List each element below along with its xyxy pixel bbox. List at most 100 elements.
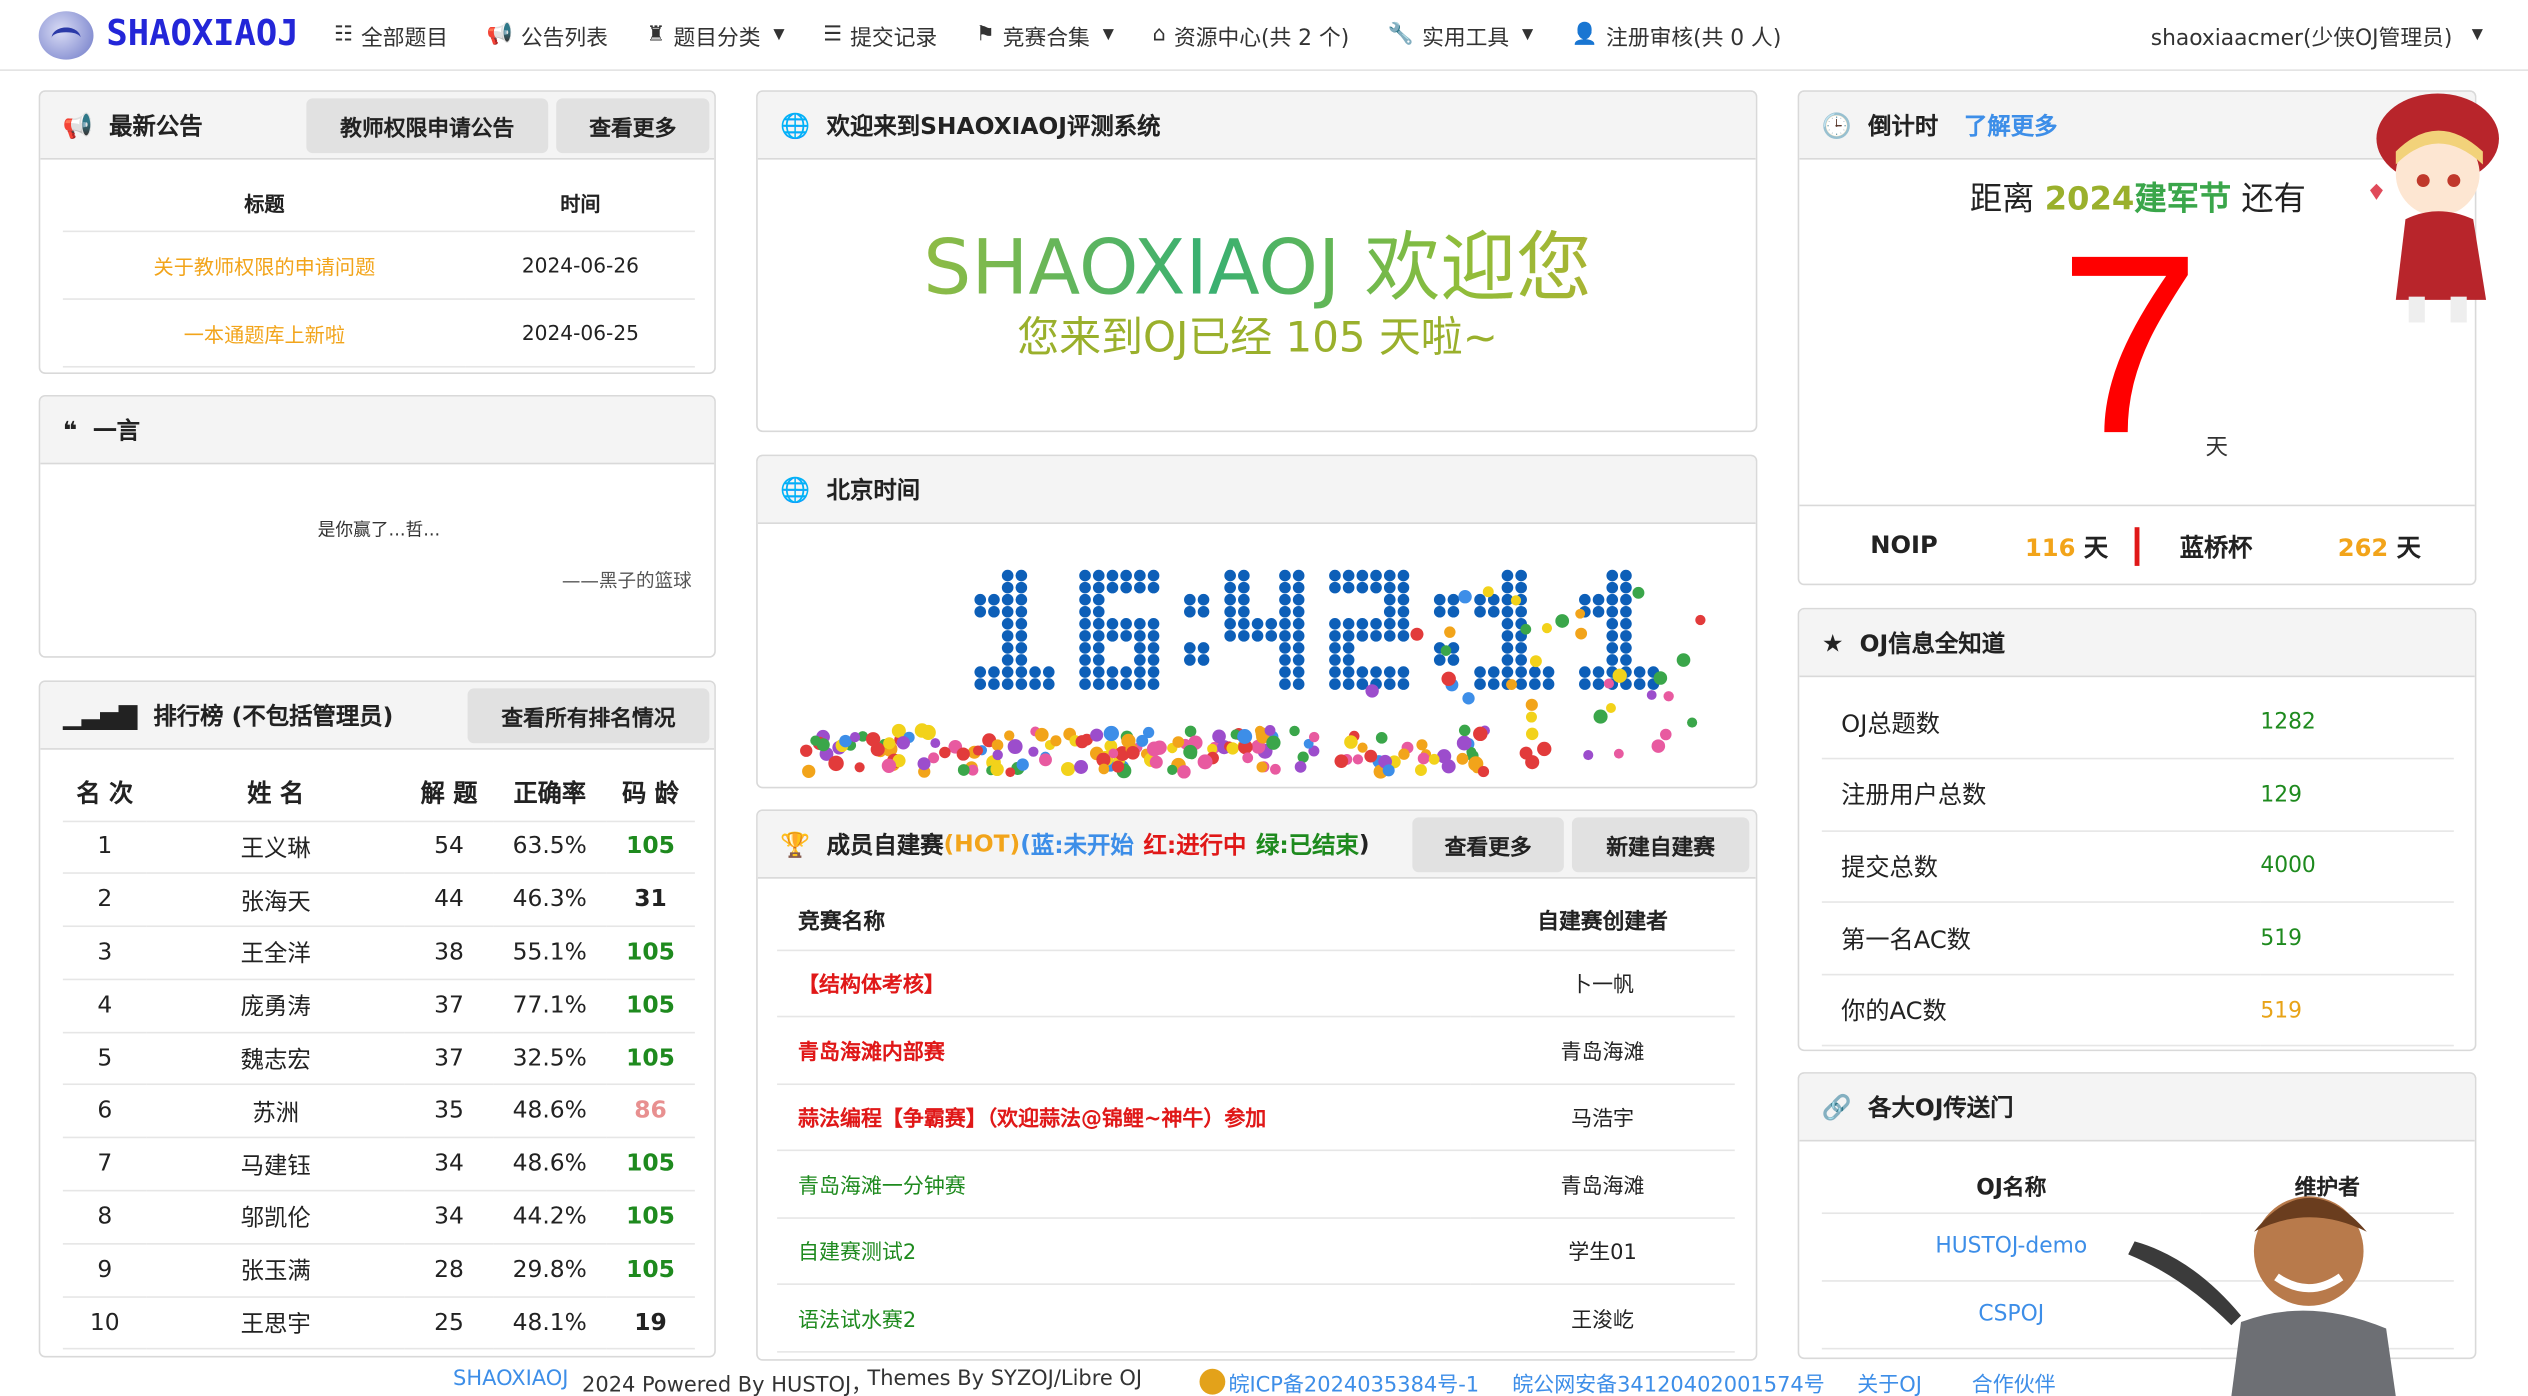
solved-count: 28 xyxy=(404,1243,494,1298)
clock-dot xyxy=(1292,605,1305,618)
clock-dot xyxy=(1329,642,1341,654)
learn-more-link[interactable]: 了解更多 xyxy=(1964,108,2058,142)
confetti-dot xyxy=(1074,760,1089,774)
clock-dot xyxy=(1633,678,1646,690)
about-link[interactable]: 关于OJ xyxy=(1857,1367,1922,1396)
confetti-dot xyxy=(865,732,881,747)
clock-dot xyxy=(1342,630,1355,642)
quote-icon: ❝ xyxy=(62,415,78,445)
view-more-button[interactable]: 查看更多 xyxy=(556,98,710,154)
clock-dot xyxy=(1001,593,1014,606)
oj-info-header: ★ OJ信息全知道 xyxy=(1799,609,2475,678)
student-name[interactable]: 王思宇 xyxy=(146,1296,405,1351)
confetti-dot xyxy=(1111,760,1125,773)
student-name[interactable]: 张海天 xyxy=(146,873,405,928)
announcement-link[interactable]: 关于教师权限的申请问题 xyxy=(62,230,466,300)
nav-announcements[interactable]: 📢 公告列表 xyxy=(487,19,608,51)
confetti-dot xyxy=(1382,764,1395,777)
bag-icon: ♜ xyxy=(646,22,666,47)
confetti-dot xyxy=(1364,749,1378,763)
user-menu[interactable]: shaoxiaacmer(少侠OJ管理员) ▼ xyxy=(2151,0,2483,71)
clock-dot xyxy=(1397,630,1410,642)
info-row: 你的AC数 519 xyxy=(1821,974,2454,1048)
card-title: 倒计时 xyxy=(1868,114,1939,141)
info-row: 提交总数 4000 xyxy=(1821,830,2454,904)
ranking-row: 6 苏洲 35 48.6% 86 xyxy=(62,1085,695,1139)
ranking-row: 10 王思宇 25 48.1% 19 xyxy=(62,1296,695,1351)
contest-link[interactable]: 蒜法编程【争霸赛】（欢迎蒜法@锦鲤~神牛）参加 xyxy=(777,1083,1471,1152)
contest-creator: 卜一帆 xyxy=(1470,949,1735,1018)
nav-submissions[interactable]: ☰ 提交记录 xyxy=(823,19,937,51)
clock-dot xyxy=(1474,678,1486,690)
code-age: 19 xyxy=(606,1296,695,1351)
legend-paren: ( xyxy=(1020,831,1031,857)
hot-badge: (HOT) xyxy=(943,831,1021,857)
contests-view-more-button[interactable]: 查看更多 xyxy=(1412,817,1564,873)
col-name: 姓 名 xyxy=(146,765,405,822)
clock-dot xyxy=(1292,642,1305,654)
contest-link[interactable]: 【结构体考核】 xyxy=(777,949,1471,1018)
confetti-dot xyxy=(1444,626,1456,638)
student-name[interactable]: 王全洋 xyxy=(146,926,405,981)
partners-link[interactable]: 合作伙伴 xyxy=(1972,1367,2056,1396)
student-name[interactable]: 魏志宏 xyxy=(146,1032,405,1086)
clock-dot xyxy=(1134,678,1146,690)
clock-dot xyxy=(1120,618,1132,630)
contest-link[interactable]: 自建赛测试2 xyxy=(777,1217,1471,1285)
logo-text: SHAOXIAOJ xyxy=(106,14,299,55)
confetti-dot xyxy=(1416,739,1428,751)
card-title: 成员自建赛 xyxy=(826,833,944,860)
nav-resources[interactable]: ⌂ 资源中心(共 2 个) xyxy=(1153,19,1350,51)
student-name[interactable]: 王义琳 xyxy=(146,820,405,875)
contest-link[interactable]: 青岛海滩内部赛 xyxy=(777,1016,1471,1085)
confetti-dot xyxy=(1482,586,1494,598)
clock-dot xyxy=(1501,618,1514,630)
contest-link[interactable]: 青岛海滩一分钟赛 xyxy=(777,1150,1471,1219)
solved-count: 37 xyxy=(404,1032,494,1086)
footer-brand-link[interactable]: SHAOXIAOJ xyxy=(453,1367,568,1391)
table-row: 关于教师权限的申请问题 2024-06-26 xyxy=(62,230,695,300)
confetti-dot xyxy=(1525,727,1539,741)
nav-contests[interactable]: ⚑ 竞赛合集 ▼ xyxy=(976,19,1114,51)
nav-tools[interactable]: 🔧 实用工具 ▼ xyxy=(1388,19,1533,51)
clock-dot xyxy=(1279,618,1291,630)
solved-count: 25 xyxy=(404,1296,494,1351)
accuracy-rate: 32.5% xyxy=(493,1032,607,1086)
student-name[interactable]: 苏洲 xyxy=(146,1085,405,1139)
confetti-dot xyxy=(1676,653,1691,667)
caret-down-icon: ▼ xyxy=(773,26,785,43)
rank-cell: 7 xyxy=(62,1137,147,1192)
confetti-dot xyxy=(1226,742,1239,755)
contest-link[interactable]: 语法试水赛2 xyxy=(777,1284,1471,1352)
logo[interactable]: SHAOXIAOJ xyxy=(38,10,299,59)
clock-dot xyxy=(1015,654,1028,666)
icp-link[interactable]: 皖ICP备2024035384号-1 xyxy=(1229,1367,1480,1396)
clock-dot xyxy=(1015,630,1028,642)
announcement-link[interactable]: 一本通题库上新啦 xyxy=(62,298,466,367)
clock-dot xyxy=(1279,666,1291,678)
student-name[interactable]: 张玉满 xyxy=(146,1243,405,1298)
clock-dot xyxy=(1356,569,1369,582)
student-name[interactable]: 庞勇涛 xyxy=(146,979,405,1033)
clock-dot xyxy=(1370,630,1382,642)
clock-dot xyxy=(1383,605,1396,618)
confetti-dot xyxy=(992,749,1003,761)
teacher-permission-button[interactable]: 教师权限申请公告 xyxy=(306,98,549,154)
confetti-dot xyxy=(1537,741,1552,757)
new-contest-button[interactable]: 新建自建赛 xyxy=(1571,817,1750,873)
student-name[interactable]: 马建钰 xyxy=(146,1137,405,1192)
clock-dot xyxy=(1079,642,1091,654)
student-name[interactable]: 邬凯伦 xyxy=(146,1190,405,1245)
quote-header: ❝ 一言 xyxy=(40,396,715,465)
nav-all-problems[interactable]: ☷ 全部题目 xyxy=(334,19,448,51)
confetti-dot xyxy=(849,732,861,743)
clock-dot xyxy=(1620,593,1632,606)
clock-dot xyxy=(1329,630,1341,642)
clock-dot xyxy=(1292,569,1305,582)
view-all-rankings-button[interactable]: 查看所有排名情况 xyxy=(467,688,710,744)
nav-categories[interactable]: ♜ 题目分类 ▼ xyxy=(647,19,785,51)
police-record-link[interactable]: 皖公网安备34120402001574号 xyxy=(1512,1367,1824,1396)
confetti-dot xyxy=(1039,753,1052,767)
clock-dot xyxy=(1606,642,1619,654)
nav-registration-review[interactable]: 👤 注册审核(共 0 人) xyxy=(1572,19,1781,51)
